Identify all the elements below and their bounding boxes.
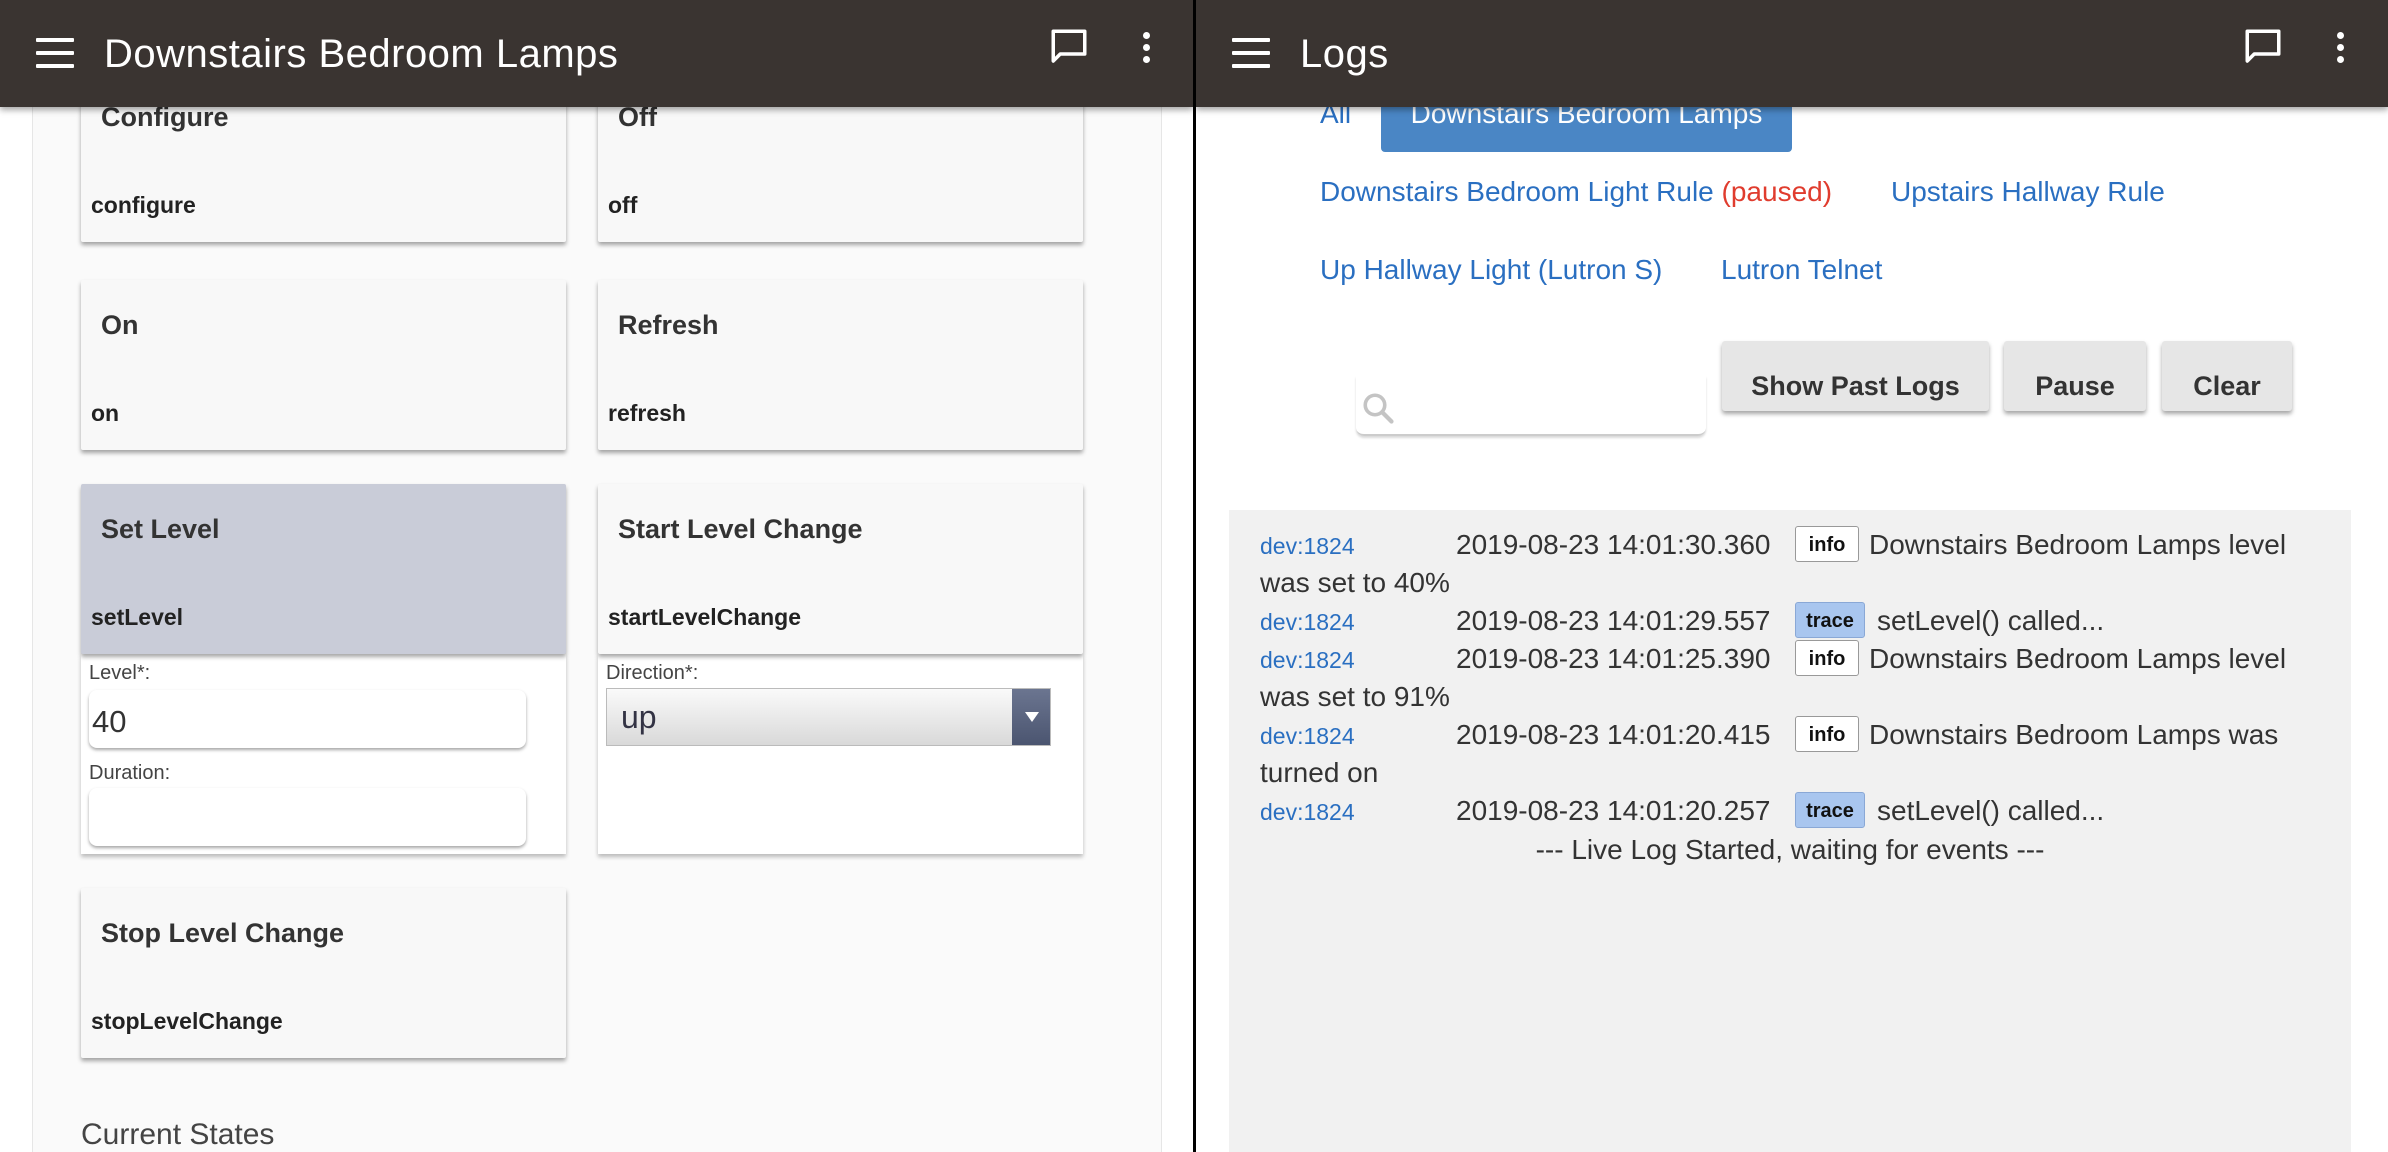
- command-title: Refresh: [618, 310, 719, 340]
- log-message: Downstairs Bedroom Lamps level: [1869, 529, 2287, 560]
- command-method: refresh: [608, 400, 686, 426]
- device-commands-sheet: Configure configure Off off On on Refres…: [32, 0, 1162, 1152]
- level-label: Level*:: [89, 662, 151, 684]
- log-message: setLevel() called...: [1877, 605, 2105, 636]
- command-method: on: [91, 400, 120, 426]
- log-time: 2019-08-23 14:01:20.415: [1456, 719, 1771, 750]
- log-time: 2019-08-23 14:01:25.390: [1456, 643, 1771, 674]
- command-title: Set Level: [101, 514, 220, 544]
- log-time: 2019-08-23 14:01:29.557: [1456, 605, 1771, 636]
- log-level-badge: info: [1795, 526, 1859, 562]
- search-icon: [1363, 393, 1394, 424]
- log-time: 2019-08-23 14:01:20.257: [1456, 795, 1771, 826]
- filter-upstairs-hallway-rule[interactable]: Upstairs Hallway Rule: [1891, 176, 2165, 208]
- chevron-down-icon[interactable]: [1012, 689, 1050, 745]
- current-states-heading: Current States: [81, 1118, 275, 1151]
- page-title: Logs: [1300, 32, 1389, 76]
- command-title: Stop Level Change: [101, 918, 345, 948]
- log-message-continued: turned on: [1260, 757, 1379, 788]
- command-start-level-change[interactable]: Start Level Change startLevelChange: [598, 484, 1083, 654]
- command-title: Start Level Change: [618, 514, 863, 544]
- log-message-continued: was set to 40%: [1260, 567, 1450, 598]
- command-stop-level-change[interactable]: Stop Level Change stopLevelChange: [81, 888, 566, 1058]
- command-method: stopLevelChange: [91, 1008, 283, 1034]
- log-level-badge: info: [1795, 640, 1859, 676]
- log-device-link[interactable]: dev:1824: [1260, 723, 1355, 750]
- log-device-link[interactable]: dev:1824: [1260, 647, 1355, 674]
- live-log-status: --- Live Log Started, waiting for events…: [1535, 834, 2045, 865]
- paused-badge: (paused): [1721, 176, 1833, 207]
- command-on[interactable]: On on: [81, 280, 566, 450]
- set-level-params: Level*: 40 Duration:: [81, 654, 566, 854]
- duration-input[interactable]: [89, 788, 526, 846]
- log-message-continued: was set to 91%: [1260, 681, 1450, 712]
- duration-label: Duration:: [89, 762, 171, 784]
- logs-appbar: Logs: [1196, 0, 2388, 107]
- more-vert-icon[interactable]: [2334, 32, 2346, 68]
- level-input[interactable]: 40: [89, 690, 526, 748]
- log-level-badge: trace: [1795, 792, 1865, 828]
- log-level-badge: trace: [1795, 602, 1865, 638]
- filter-label: Downstairs Bedroom Light Rule: [1320, 176, 1714, 207]
- command-refresh[interactable]: Refresh refresh: [598, 280, 1083, 450]
- clear-button[interactable]: Clear: [2162, 341, 2292, 411]
- chat-icon[interactable]: [2242, 26, 2284, 68]
- log-message: Downstairs Bedroom Lamps level: [1869, 643, 2287, 674]
- command-method: startLevelChange: [608, 604, 802, 630]
- log-device-link[interactable]: dev:1824: [1260, 609, 1355, 636]
- device-appbar: Downstairs Bedroom Lamps: [0, 0, 1193, 107]
- log-message: setLevel() called...: [1877, 795, 2105, 826]
- command-method: configure: [91, 192, 196, 218]
- direction-select[interactable]: up: [606, 688, 1051, 746]
- command-title: On: [101, 310, 139, 340]
- start-level-change-params: Direction*: up: [598, 654, 1083, 854]
- direction-label: Direction*:: [606, 662, 699, 684]
- log-message: Downstairs Bedroom Lamps was: [1869, 719, 2279, 750]
- log-search: [1356, 376, 1706, 436]
- log-device-link[interactable]: dev:1824: [1260, 533, 1355, 560]
- search-input[interactable]: [1406, 386, 1696, 426]
- show-past-logs-button[interactable]: Show Past Logs: [1722, 341, 1989, 411]
- log-time: 2019-08-23 14:01:30.360: [1456, 529, 1771, 560]
- chat-icon[interactable]: [1048, 26, 1090, 68]
- filter-up-hallway-light[interactable]: Up Hallway Light (Lutron S): [1320, 254, 1662, 286]
- pause-button[interactable]: Pause: [2004, 341, 2146, 411]
- device-pane: Configure configure Off off On on Refres…: [0, 0, 1193, 1152]
- command-set-level[interactable]: Set Level setLevel: [81, 484, 566, 654]
- command-method: setLevel: [91, 604, 184, 630]
- menu-icon[interactable]: [36, 38, 74, 68]
- log-level-badge: info: [1795, 716, 1859, 752]
- log-output: dev:1824 2019-08-23 14:01:30.360 info Do…: [1229, 510, 2351, 1152]
- menu-icon[interactable]: [1232, 38, 1270, 68]
- direction-value: up: [621, 699, 657, 735]
- log-device-link[interactable]: dev:1824: [1260, 799, 1355, 826]
- more-vert-icon[interactable]: [1140, 32, 1152, 68]
- page-title: Downstairs Bedroom Lamps: [104, 32, 619, 76]
- command-method: off: [608, 192, 638, 218]
- filter-downstairs-bedroom-light-rule[interactable]: Downstairs Bedroom Light Rule (paused): [1320, 176, 1832, 208]
- filter-lutron-telnet[interactable]: Lutron Telnet: [1721, 254, 1882, 286]
- logs-pane: All Downstairs Bedroom Lamps Downstairs …: [1196, 0, 2388, 1152]
